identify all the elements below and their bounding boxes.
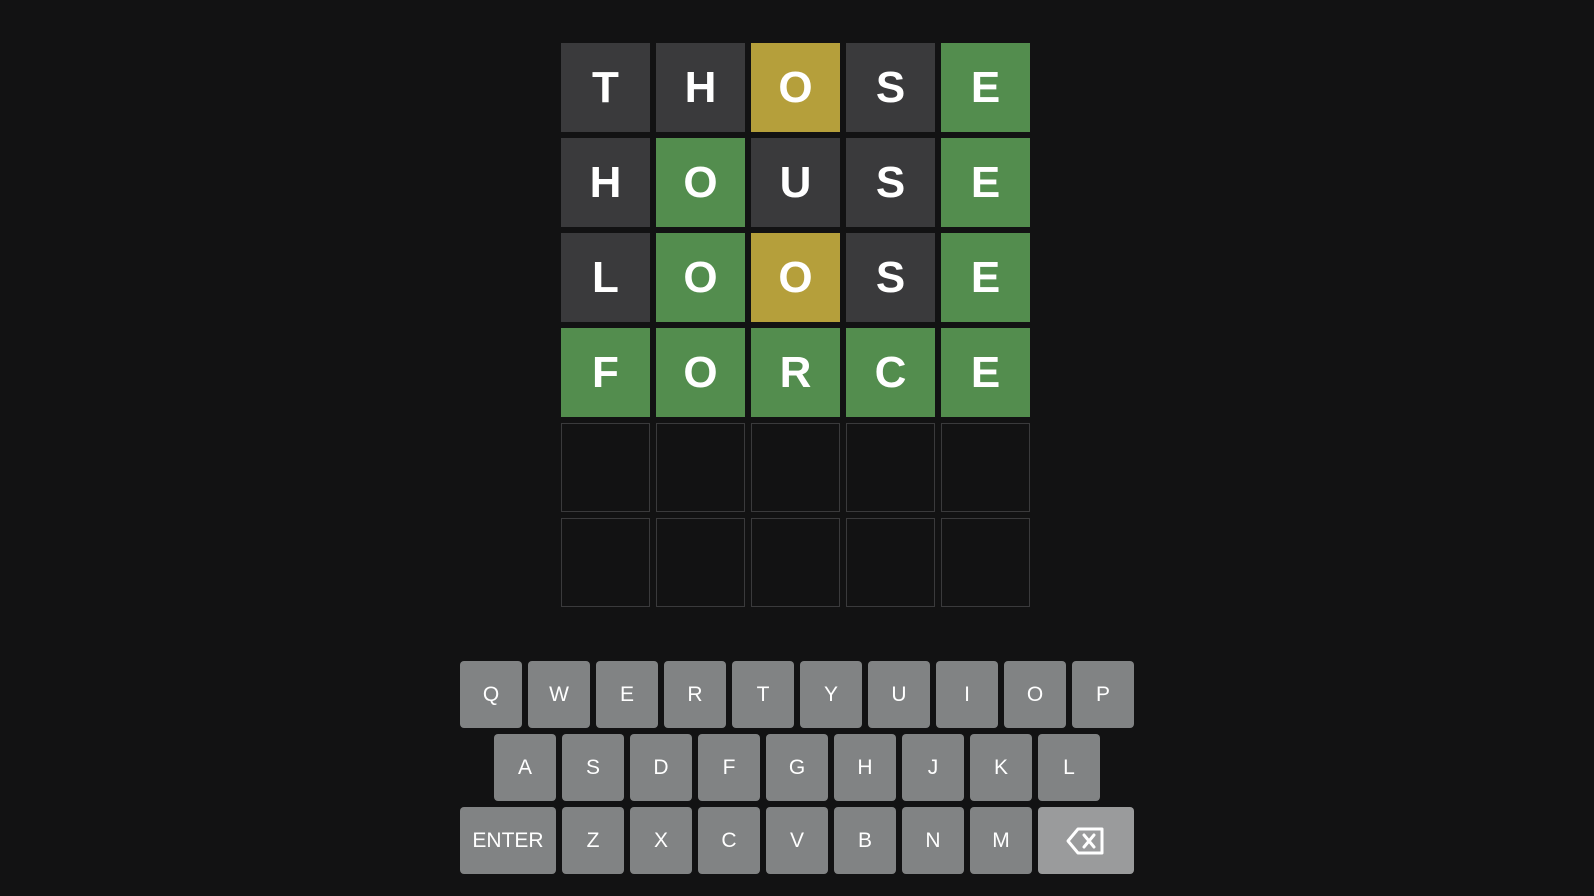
key-r[interactable]: R (664, 661, 726, 728)
board-tile (561, 423, 650, 512)
wordle-game: THOSEHOUSELOOSEFORCE QWERTYUIOPASDFGHJKL… (0, 0, 1594, 896)
key-b[interactable]: B (834, 807, 896, 874)
board-tile (941, 423, 1030, 512)
key-t[interactable]: T (732, 661, 794, 728)
key-o[interactable]: O (1004, 661, 1066, 728)
board-tile: L (561, 233, 650, 322)
board-tile: H (656, 43, 745, 132)
keyboard-row: ENTER Z X C V B N M (0, 807, 1594, 874)
key-z[interactable]: Z (562, 807, 624, 874)
key-a[interactable]: A (494, 734, 556, 801)
key-p[interactable]: P (1072, 661, 1134, 728)
board-tile: E (941, 328, 1030, 417)
board-tile: O (656, 328, 745, 417)
board-tile: O (656, 233, 745, 322)
board-tile (561, 518, 650, 607)
key-d[interactable]: D (630, 734, 692, 801)
board-tile (846, 423, 935, 512)
key-m[interactable]: M (970, 807, 1032, 874)
board-tile: H (561, 138, 650, 227)
key-l[interactable]: L (1038, 734, 1100, 801)
key-k[interactable]: K (970, 734, 1032, 801)
key-c[interactable]: C (698, 807, 760, 874)
board-tile: O (751, 43, 840, 132)
key-q[interactable]: Q (460, 661, 522, 728)
key-h[interactable]: H (834, 734, 896, 801)
board-tile (656, 423, 745, 512)
key-f[interactable]: F (698, 734, 760, 801)
board-tile: S (846, 138, 935, 227)
key-i[interactable]: I (936, 661, 998, 728)
key-s[interactable]: S (562, 734, 624, 801)
game-board: THOSEHOUSELOOSEFORCE (561, 43, 1030, 607)
key-j[interactable]: J (902, 734, 964, 801)
backspace-key[interactable] (1038, 807, 1134, 874)
board-tile: E (941, 43, 1030, 132)
board-tile (751, 423, 840, 512)
board-tile: O (751, 233, 840, 322)
backspace-icon (1066, 826, 1106, 856)
board-tile: F (561, 328, 650, 417)
board-tile: E (941, 233, 1030, 322)
on-screen-keyboard: Q W E R T Y U I O P A S D F G H J K L ENTER Z X C V B N M (0, 661, 1594, 880)
key-w[interactable]: W (528, 661, 590, 728)
board-tile (941, 518, 1030, 607)
key-y[interactable]: Y (800, 661, 862, 728)
board-tile: S (846, 43, 935, 132)
key-n[interactable]: N (902, 807, 964, 874)
enter-key[interactable]: ENTER (460, 807, 556, 874)
board-tile: E (941, 138, 1030, 227)
key-u[interactable]: U (868, 661, 930, 728)
keyboard-row: ASDFGHJKL (0, 734, 1594, 801)
key-g[interactable]: G (766, 734, 828, 801)
board-tile: S (846, 233, 935, 322)
board-tile: C (846, 328, 935, 417)
board-tile: T (561, 43, 650, 132)
board-tile: O (656, 138, 745, 227)
key-v[interactable]: V (766, 807, 828, 874)
keyboard-row: QWERTYUIOP (0, 661, 1594, 728)
board-tile: R (751, 328, 840, 417)
key-x[interactable]: X (630, 807, 692, 874)
board-tile (846, 518, 935, 607)
board-tile (751, 518, 840, 607)
board-tile: U (751, 138, 840, 227)
board-tile (656, 518, 745, 607)
key-e[interactable]: E (596, 661, 658, 728)
